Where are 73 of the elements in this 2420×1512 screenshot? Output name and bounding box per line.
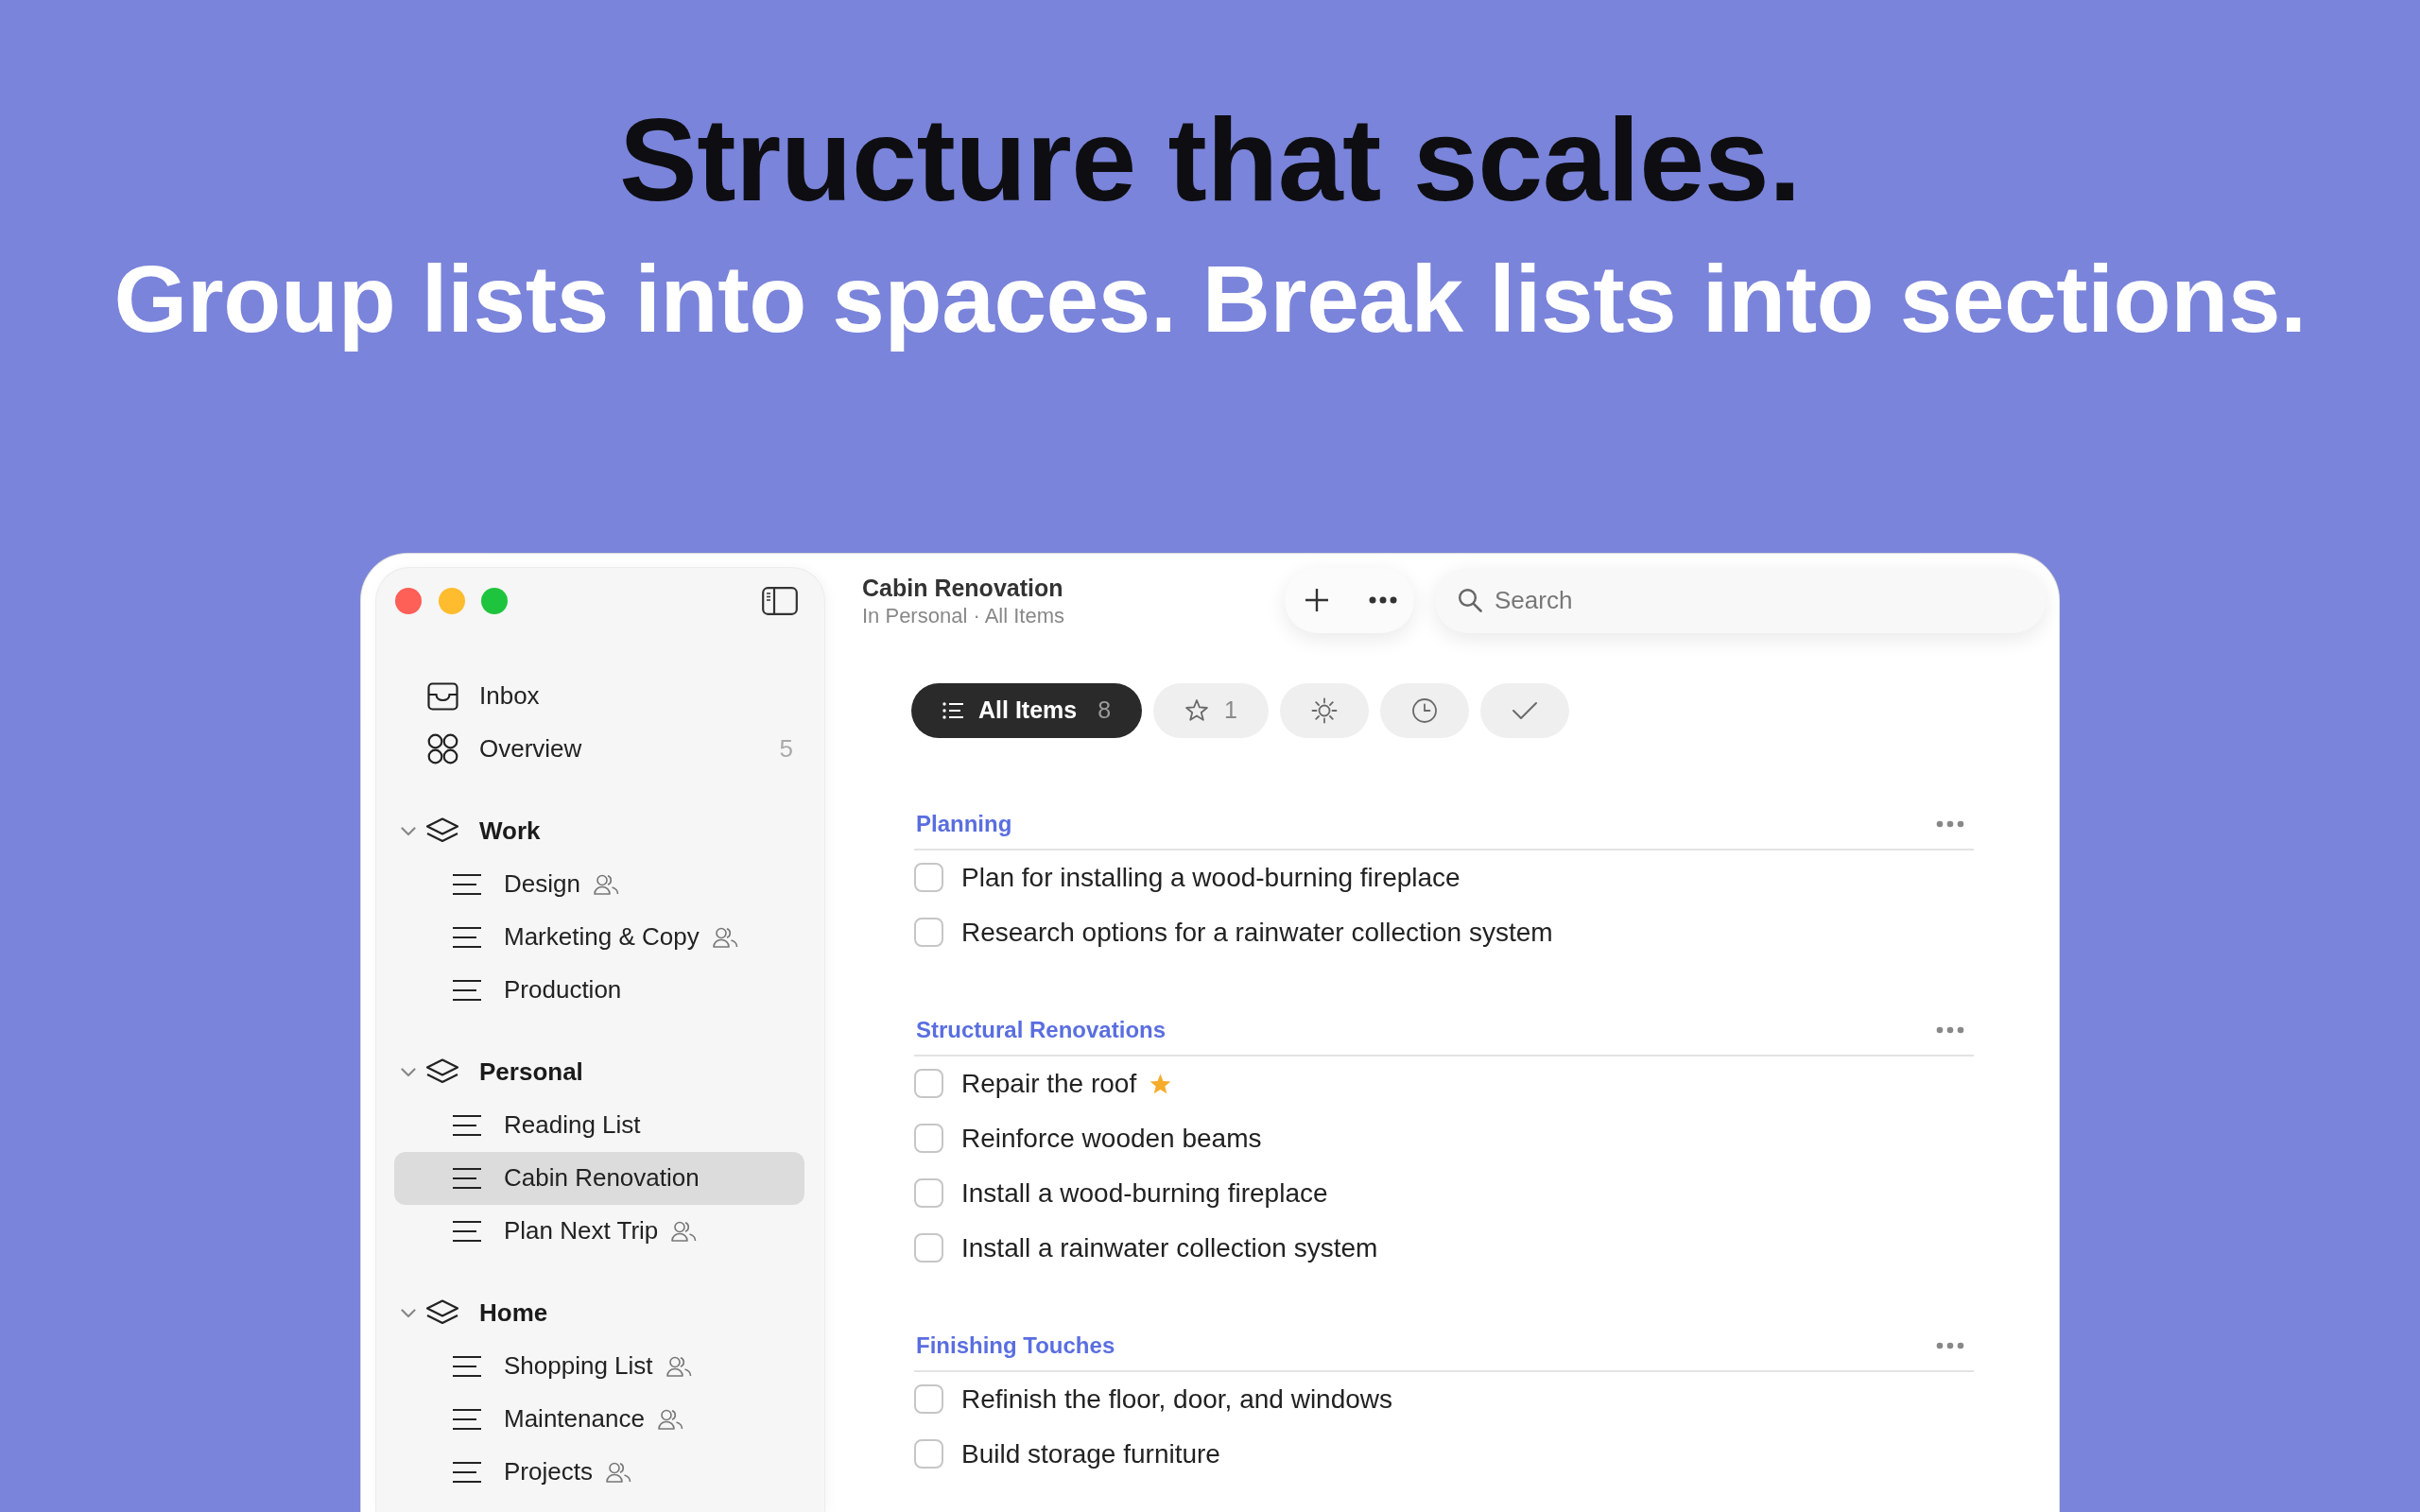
sidebar-space[interactable]: Home [394, 1286, 804, 1340]
sidebar-item[interactable]: Marketing & Copy [394, 910, 804, 964]
more-icon[interactable] [1936, 819, 1964, 828]
add-button[interactable] [1305, 588, 1329, 613]
close-button[interactable] [395, 587, 422, 614]
task-text: Reinforce wooden beams [961, 1123, 1262, 1154]
sidebar-item[interactable]: Production [394, 963, 804, 1017]
headline-subtitle: Group lists into spaces. Break lists into sections. [112, 244, 2308, 353]
count-label: 8 [1098, 696, 1112, 725]
task-checkbox[interactable] [914, 1439, 943, 1469]
task-text: Install a rainwater collection system [961, 1232, 1378, 1263]
window-subtitle: In Personal · All Items [862, 603, 1065, 628]
task-text: Install a wood-burning fireplace [961, 1177, 1328, 1209]
more-icon[interactable] [1936, 1341, 1964, 1349]
task-checkbox[interactable] [914, 1069, 943, 1099]
list-icon [453, 1113, 481, 1137]
zoom-button[interactable] [481, 587, 508, 614]
four-circles-icon [427, 733, 458, 765]
section-title: Planning [916, 810, 1012, 837]
search-icon [1458, 587, 1482, 612]
task-checkbox[interactable] [914, 1178, 943, 1209]
window-title: Cabin Renovation [862, 573, 1064, 602]
sidebar-item[interactable]: Design [394, 857, 804, 911]
list-icon [453, 1166, 481, 1190]
list-icon [453, 1219, 481, 1243]
task-text: Refinish the floor, door, and windows [961, 1383, 1393, 1415]
count-label: 1 [1224, 696, 1237, 725]
list-icon [453, 1460, 481, 1484]
task-text: Repair the roof [961, 1068, 1137, 1099]
sidebar-space[interactable]: Personal [394, 1045, 804, 1099]
section-title: Structural Renovations [916, 1016, 1167, 1043]
sidebar-item[interactable]: Inbox [394, 669, 804, 723]
sidebar-item[interactable]: Maintenance [394, 1392, 804, 1446]
sidebar-item[interactable]: Reading List [394, 1098, 804, 1152]
more-button[interactable] [1369, 596, 1397, 605]
list-icon [453, 1354, 481, 1378]
checkmark-icon [1512, 699, 1538, 721]
chevron-icon[interactable] [401, 1308, 416, 1318]
chevron-icon[interactable] [401, 826, 416, 836]
inbox-icon [427, 681, 458, 711]
headline-title: Structure that scales. [617, 94, 1803, 227]
section-title: Finishing Touches [916, 1332, 1115, 1359]
list-icon [453, 978, 481, 1002]
sidebar-space[interactable]: Work [394, 804, 804, 858]
search-field[interactable]: Search [1435, 567, 2046, 633]
task-text: Plan for installing a wood-burning fireplace [961, 862, 1461, 893]
list-icon [453, 925, 481, 949]
bulleted-list-icon [942, 701, 963, 719]
minimize-button[interactable] [438, 587, 465, 614]
chevron-icon[interactable] [401, 1067, 416, 1077]
sidebar-item[interactable]: Projects [394, 1445, 804, 1499]
sidebar-item[interactable]: Cabin Renovation [394, 1151, 804, 1205]
task-checkbox[interactable] [914, 1233, 943, 1263]
clock-icon [1411, 696, 1438, 724]
task-text: Build storage furniture [961, 1438, 1220, 1469]
sun-icon [1311, 696, 1338, 724]
task-text: Research options for a rainwater collection system [961, 917, 1553, 948]
list-icon [453, 1407, 481, 1431]
task-checkbox[interactable] [914, 863, 943, 893]
sidebar-item[interactable]: Plan Next Trip [394, 1204, 804, 1258]
task-checkbox[interactable] [914, 918, 943, 948]
list-icon [453, 872, 481, 896]
filter-tab[interactable]: All Items 8 [911, 682, 1143, 738]
plus-icon [1305, 588, 1329, 613]
sidebar-item[interactable]: Shopping List [394, 1339, 804, 1393]
count-label: 5 [779, 734, 793, 765]
sidebar-toggle-icon[interactable] [762, 586, 798, 615]
star-icon [1184, 698, 1210, 723]
task-checkbox[interactable] [914, 1384, 943, 1415]
more-icon[interactable] [1936, 1025, 1964, 1034]
more-icon [1369, 596, 1397, 605]
sidebar-item[interactable]: Overview 5 [394, 722, 804, 776]
task-checkbox[interactable] [914, 1124, 943, 1154]
